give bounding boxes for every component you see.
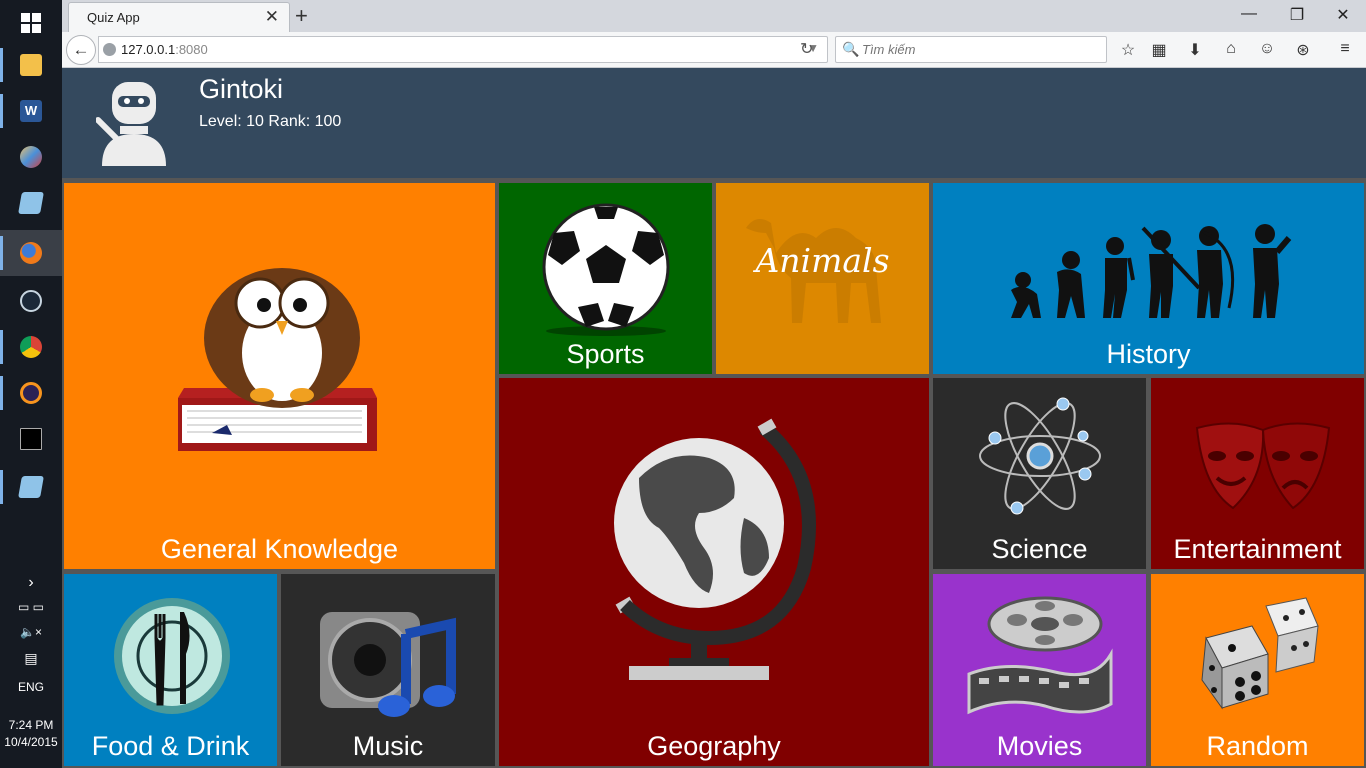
volume-muted-icon[interactable]: 🔈×: [0, 625, 62, 639]
category-tile-music[interactable]: Music: [281, 574, 495, 766]
maximize-button[interactable]: ❐: [1282, 5, 1312, 25]
paint-palette-icon: [20, 146, 42, 168]
terminal-icon: [20, 428, 42, 450]
menu-icon[interactable]: ≡: [1334, 40, 1356, 58]
tab-strip: Quiz App ✕ + — ❐ ✕: [62, 0, 1366, 32]
taskbar-app[interactable]: [0, 180, 62, 226]
reload-icon[interactable]: ↻: [800, 39, 813, 59]
tile-label: Music: [352, 731, 424, 761]
username: Gintoki: [199, 74, 284, 104]
close-tab-icon[interactable]: ✕: [265, 7, 279, 27]
tile-label: Movies: [996, 731, 1083, 761]
plate-fork-knife-icon: [114, 598, 230, 714]
evolution-icon: [1011, 224, 1292, 318]
taskbar-chrome[interactable]: [0, 324, 62, 370]
minimize-button[interactable]: —: [1234, 5, 1264, 23]
category-tile-animals[interactable]: Animals: [716, 183, 929, 374]
windows-logo-icon: [21, 13, 41, 33]
windows-taskbar: W › ▭ ▭ 🔈× ▤ ENG 7:24 PM 10/4/2015: [0, 0, 62, 768]
category-tile-science[interactable]: Science: [933, 378, 1146, 569]
search-box[interactable]: 🔍: [835, 36, 1107, 63]
taskbar-app-2[interactable]: [0, 464, 62, 510]
soccer-ball-icon: [542, 203, 670, 336]
taskbar-eclipse[interactable]: [0, 370, 62, 416]
bookmark-star-icon[interactable]: ☆: [1117, 40, 1139, 60]
taskbar-steam[interactable]: [0, 278, 62, 324]
category-tile-food-drink[interactable]: Food & Drink: [64, 574, 277, 766]
app-icon: [18, 476, 44, 498]
speaker-music-note-icon: [320, 612, 456, 717]
category-tile-entertainment[interactable]: Entertainment: [1151, 378, 1364, 569]
notifications-icon[interactable]: ▤: [0, 650, 62, 667]
tile-label: Animals: [755, 241, 890, 280]
language-indicator[interactable]: ENG: [0, 680, 62, 694]
profile-header: Gintoki Level: 10 Rank: 100: [62, 68, 1366, 178]
downloads-icon[interactable]: ⬇: [1184, 40, 1206, 60]
back-button[interactable]: ←: [66, 35, 96, 65]
close-window-button[interactable]: ✕: [1328, 5, 1358, 25]
quiz-app: Gintoki Level: 10 Rank: 100 General Know…: [62, 68, 1366, 768]
dice-icon: [1201, 597, 1319, 710]
category-tile-general-knowledge[interactable]: General Knowledge: [64, 183, 495, 569]
tab-title: Quiz App: [87, 10, 140, 25]
search-input[interactable]: [860, 41, 1090, 58]
category-tile-movies[interactable]: Movies: [933, 574, 1146, 766]
taskbar-file-explorer[interactable]: [0, 42, 62, 88]
tile-label: Sports: [566, 339, 645, 369]
tile-label: Random: [1206, 731, 1309, 761]
atom-icon: [979, 397, 1101, 515]
category-tile-history[interactable]: History: [933, 183, 1364, 374]
robot-avatar-icon: [96, 82, 166, 166]
category-tile-random[interactable]: Random: [1151, 574, 1364, 766]
chat-icon[interactable]: ☺: [1256, 40, 1278, 58]
eclipse-icon: [20, 382, 42, 404]
tile-label: Entertainment: [1173, 534, 1342, 564]
category-tile-geography[interactable]: Geography: [499, 378, 929, 766]
tab-quiz-app[interactable]: Quiz App ✕: [68, 2, 290, 32]
network-icon[interactable]: ▭ ▭: [0, 600, 62, 614]
navigation-toolbar: ← 127.0.0.1:8080 ▼ ↻ 🔍 ☆ ▦ ⬇ ⌂ ☺ ⊛ ≡: [62, 32, 1366, 68]
owl-on-book-icon: [178, 268, 377, 451]
folder-icon: [20, 54, 42, 76]
tile-label: General Knowledge: [160, 534, 399, 564]
globe-icon: [614, 418, 816, 680]
globe-icon: [103, 43, 116, 56]
reading-list-icon[interactable]: ▦: [1148, 40, 1170, 60]
taskbar-cmd[interactable]: [0, 416, 62, 462]
start-button[interactable]: [0, 0, 62, 46]
home-icon[interactable]: ⌂: [1220, 40, 1242, 58]
taskbar-paint[interactable]: [0, 134, 62, 180]
chevron-up-icon[interactable]: ›: [0, 574, 62, 592]
firefox-icon: [20, 242, 42, 264]
tile-label: Geography: [647, 731, 781, 761]
tile-label: Science: [991, 534, 1088, 564]
steam-icon: [20, 290, 42, 312]
clock-date[interactable]: 10/4/2015: [0, 735, 62, 749]
word-icon: W: [20, 100, 42, 122]
tile-label: Food & Drink: [91, 731, 250, 761]
extension-icon[interactable]: ⊛: [1292, 40, 1314, 60]
browser-window: Quiz App ✕ + — ❐ ✕ ← 127.0.0.1:8080 ▼ ↻ …: [62, 0, 1366, 768]
app-icon: [18, 192, 44, 214]
address-bar[interactable]: 127.0.0.1:8080 ▼: [98, 36, 828, 63]
new-tab-button[interactable]: +: [295, 3, 308, 29]
tile-label: History: [1106, 339, 1191, 369]
taskbar-word[interactable]: W: [0, 88, 62, 134]
level-rank: Level: 10 Rank: 100: [199, 113, 342, 130]
search-icon: 🔍: [842, 41, 860, 57]
clock-time[interactable]: 7:24 PM: [0, 718, 62, 732]
film-reel-icon: [967, 596, 1113, 715]
theater-masks-icon: [1195, 422, 1331, 510]
taskbar-firefox[interactable]: [0, 230, 62, 276]
category-tile-sports[interactable]: Sports: [499, 183, 712, 374]
chrome-icon: [20, 336, 42, 358]
url-text: 127.0.0.1:8080: [121, 42, 208, 57]
